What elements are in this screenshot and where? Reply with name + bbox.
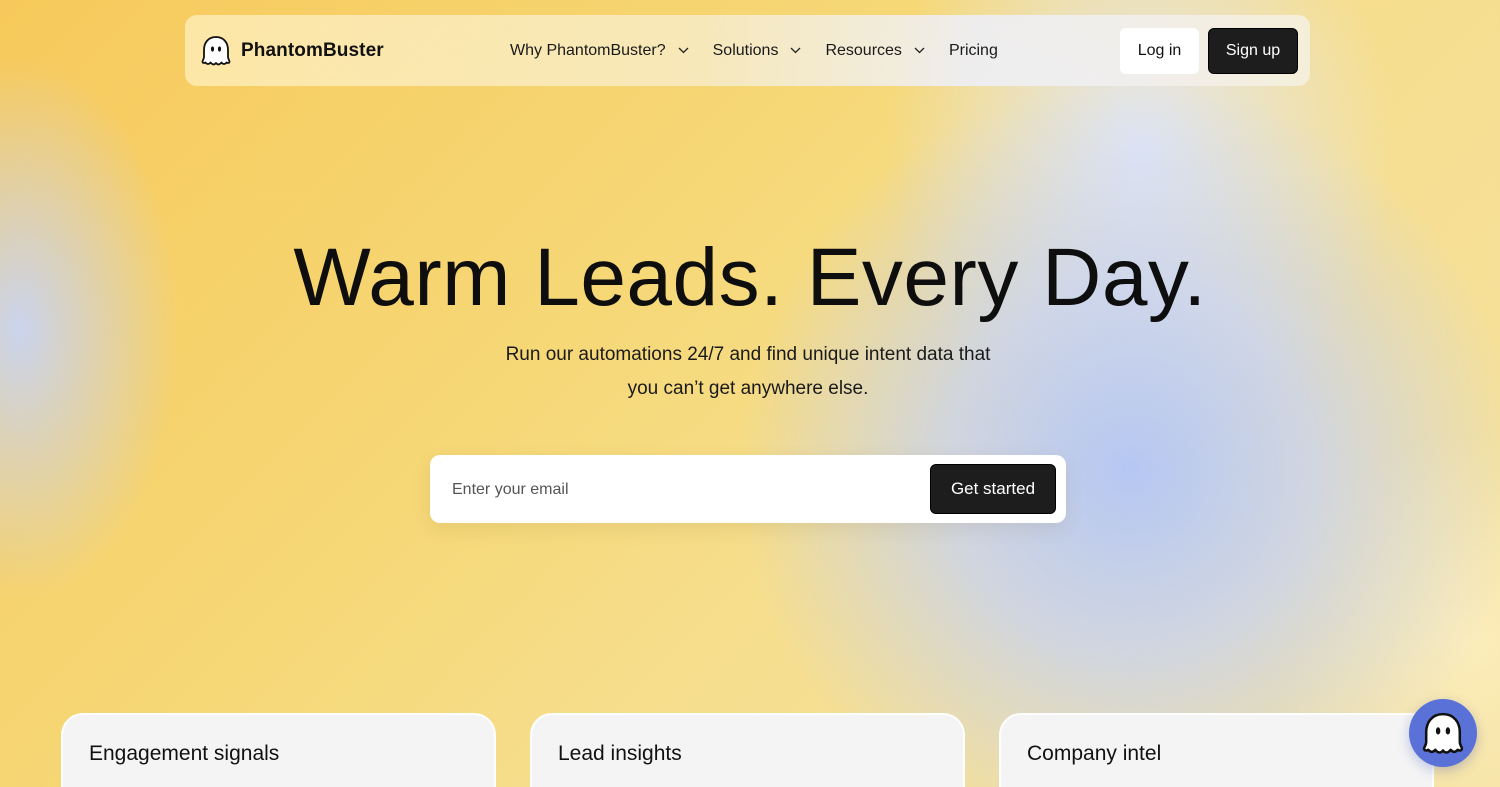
email-input[interactable] [450, 472, 924, 508]
hero-title: Warm Leads. Every Day. [293, 232, 1207, 323]
nav-item-label: Why PhantomBuster? [510, 41, 666, 59]
card-title: Engagement signals [89, 742, 280, 765]
chevron-down-icon [914, 47, 925, 54]
nav-item-pricing[interactable]: Pricing [949, 42, 998, 60]
nav-links: Why PhantomBuster? Solutions Resources P… [510, 15, 998, 86]
hero-subtitle: Run our automations 24/7 and find unique… [450, 338, 1046, 406]
nav-item-label: Solutions [712, 41, 779, 59]
hero-subtitle-line-1: Run our automations 24/7 and find unique… [505, 344, 991, 365]
ghost-logo-icon [201, 36, 231, 66]
chat-widget-button[interactable] [1409, 699, 1477, 767]
feature-card-company-intel[interactable]: Company intel [999, 713, 1434, 787]
top-navbar: PhantomBuster Why PhantomBuster? Solutio… [185, 15, 1310, 86]
chevron-down-icon [790, 47, 801, 54]
nav-item-resources[interactable]: Resources [825, 41, 925, 60]
nav-item-why-phantombuster[interactable]: Why PhantomBuster? [510, 42, 689, 60]
brand[interactable]: PhantomBuster [201, 35, 384, 66]
brand-name: PhantomBuster [241, 39, 384, 61]
chevron-down-icon [678, 47, 689, 54]
card-title: Company intel [1027, 742, 1162, 765]
get-started-button[interactable]: Get started [930, 464, 1056, 514]
ghost-chat-icon [1422, 712, 1464, 754]
nav-item-label: Pricing [948, 41, 998, 59]
feature-card-engagement-signals[interactable]: Engagement signals [61, 713, 496, 787]
email-signup-form: Get started [430, 455, 1066, 523]
hero-subtitle-line-2: you can’t get anywhere else. [627, 378, 869, 399]
login-button[interactable]: Log in [1120, 28, 1199, 74]
nav-item-label: Resources [825, 41, 902, 59]
nav-item-solutions[interactable]: Solutions [713, 42, 802, 60]
signup-button[interactable]: Sign up [1208, 28, 1298, 74]
card-title: Lead insights [558, 742, 682, 765]
feature-card-lead-insights[interactable]: Lead insights [530, 713, 965, 787]
